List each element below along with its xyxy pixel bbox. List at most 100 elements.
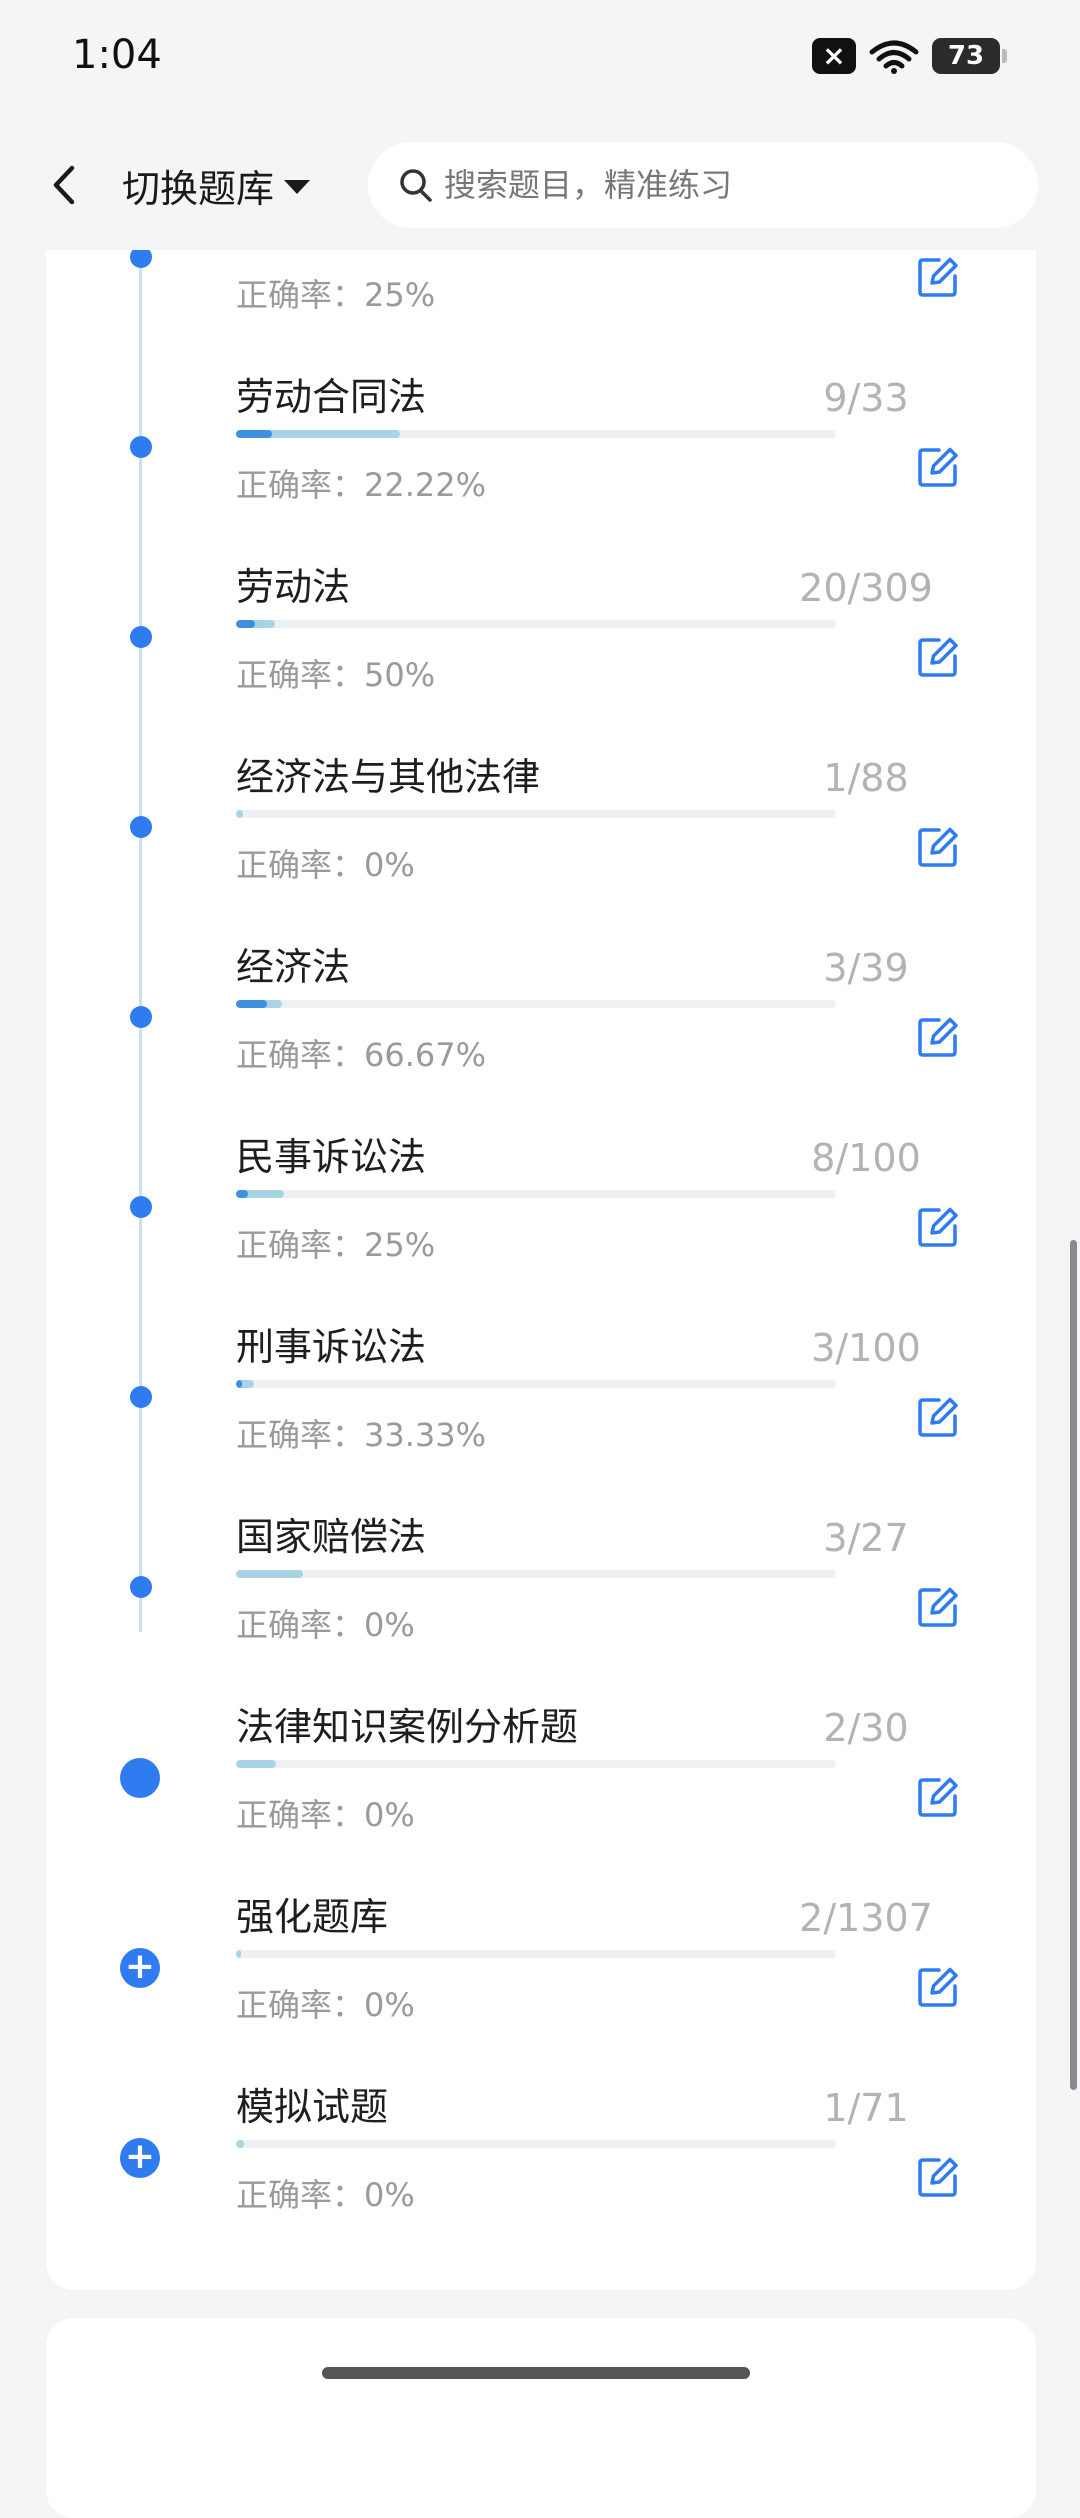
accuracy-label: 正确率： bbox=[236, 1796, 365, 1834]
accuracy-text: 正确率：25% bbox=[236, 270, 435, 316]
search-input[interactable] bbox=[442, 165, 1006, 205]
timeline-node bbox=[130, 436, 152, 458]
accuracy-label: 正确率： bbox=[236, 846, 365, 884]
expand-plus-icon[interactable]: + bbox=[120, 1948, 160, 1988]
accuracy-label: 正确率： bbox=[236, 1226, 365, 1264]
accuracy-text: 正确率：50% bbox=[236, 650, 435, 696]
accuracy-text: 正确率：33.33% bbox=[236, 1410, 486, 1456]
edit-icon[interactable] bbox=[915, 1774, 961, 1820]
edit-icon[interactable] bbox=[915, 634, 961, 680]
progress-bar bbox=[236, 1760, 836, 1768]
progress-bar bbox=[236, 1000, 836, 1008]
accuracy-label: 正确率： bbox=[236, 276, 365, 314]
list-item[interactable]: 国家赔偿法 正确率：0% 3/27 bbox=[46, 1492, 1036, 1682]
list-item[interactable]: + 模拟试题正确率：0% 1/71 bbox=[46, 2062, 1036, 2252]
accuracy-text: 正确率：0% bbox=[236, 1600, 415, 1646]
accuracy-text: 正确率：0% bbox=[236, 1980, 415, 2026]
status-bar: 1:04 × 73 bbox=[0, 0, 1080, 120]
status-icons: × 73 bbox=[812, 38, 1007, 74]
accuracy-label: 正确率： bbox=[236, 1986, 365, 2024]
progress-count: 9/33 bbox=[823, 376, 909, 420]
progress-correct-fill bbox=[236, 430, 273, 438]
accuracy-label: 正确率： bbox=[236, 1416, 365, 1454]
item-title: 模拟试题 bbox=[236, 2085, 389, 2129]
accuracy-label: 正确率： bbox=[236, 2176, 365, 2214]
edit-icon[interactable] bbox=[915, 444, 961, 490]
edit-icon[interactable] bbox=[915, 1014, 961, 1060]
accuracy-text: 正确率：0% bbox=[236, 2170, 415, 2216]
scrollbar[interactable] bbox=[1070, 1240, 1077, 2090]
header: 切换题库 bbox=[0, 120, 1080, 250]
battery-icon: 73 bbox=[932, 38, 1007, 74]
progress-done-fill bbox=[236, 2140, 245, 2148]
status-time: 1:04 bbox=[72, 32, 162, 78]
accuracy-value: 0% bbox=[364, 2176, 415, 2214]
progress-correct-fill bbox=[236, 1000, 267, 1008]
timeline-node bbox=[130, 1576, 152, 1598]
item-title: 强化题库 bbox=[236, 1895, 389, 1939]
edit-icon[interactable] bbox=[915, 2154, 961, 2200]
notification-x-icon: × bbox=[812, 38, 856, 74]
caret-down-icon bbox=[284, 180, 311, 194]
list-item[interactable]: 经济法 正确率：66.67% 3/39 bbox=[46, 922, 1036, 1112]
accuracy-label: 正确率： bbox=[236, 1606, 365, 1644]
search-box[interactable] bbox=[368, 142, 1038, 228]
timeline-node bbox=[130, 1386, 152, 1408]
edit-icon[interactable] bbox=[915, 1204, 961, 1250]
accuracy-value: 0% bbox=[364, 846, 415, 884]
list-item[interactable]: 经济法与其他法律正确率：0% 1/88 bbox=[46, 732, 1036, 922]
home-indicator[interactable] bbox=[322, 2367, 750, 2379]
progress-bar bbox=[236, 1190, 836, 1198]
search-icon bbox=[400, 169, 432, 202]
timeline-node bbox=[130, 1196, 152, 1218]
accuracy-value: 25% bbox=[364, 1226, 436, 1264]
progress-bar bbox=[236, 1950, 836, 1958]
accuracy-value: 0% bbox=[364, 1606, 415, 1644]
progress-bar bbox=[236, 620, 836, 628]
progress-count: 1/88 bbox=[823, 756, 909, 800]
accuracy-value: 66.67% bbox=[364, 1036, 487, 1074]
edit-icon[interactable] bbox=[915, 254, 961, 300]
edit-icon[interactable] bbox=[915, 824, 961, 870]
edit-icon[interactable] bbox=[915, 1584, 961, 1630]
progress-correct-fill bbox=[236, 1380, 242, 1388]
list-item[interactable]: 民事诉讼法 正确率：25% 8/100 bbox=[46, 1112, 1036, 1302]
edit-icon[interactable] bbox=[915, 1394, 961, 1440]
progress-count: 2/1307 bbox=[799, 1896, 933, 1940]
progress-correct-fill bbox=[236, 620, 256, 628]
progress-count: 3/100 bbox=[811, 1326, 921, 1370]
accuracy-value: 33.33% bbox=[364, 1416, 487, 1454]
item-title: 国家赔偿法 bbox=[236, 1515, 427, 1559]
edit-icon[interactable] bbox=[915, 1964, 961, 2010]
accuracy-label: 正确率： bbox=[236, 466, 365, 504]
list-item[interactable]: 劳动法 正确率：50% 20/309 bbox=[46, 542, 1036, 732]
accuracy-value: 0% bbox=[364, 1986, 415, 2024]
list-item[interactable]: 法律知识案例分析题 正确率：0% 2/30 bbox=[46, 1682, 1036, 1872]
expand-plus-icon[interactable]: + bbox=[120, 2138, 160, 2178]
accuracy-text: 正确率：66.67% bbox=[236, 1030, 486, 1076]
wifi-icon bbox=[869, 40, 919, 74]
back-icon[interactable] bbox=[40, 158, 90, 212]
progress-count: 8/100 bbox=[811, 1136, 921, 1180]
next-card bbox=[46, 2318, 1036, 2518]
progress-done-fill bbox=[236, 1570, 303, 1578]
switch-bank-label: 切换题库 bbox=[122, 166, 275, 211]
question-bank-card: 正确率：25% 劳动合同法 正确率：22.22% 9/33 劳动法 正确率：50% 20/3… bbox=[46, 200, 1036, 2290]
progress-count: 1/71 bbox=[823, 2086, 909, 2130]
list-item[interactable]: 劳动合同法 正确率：22.22% 9/33 bbox=[46, 352, 1036, 542]
accuracy-text: 正确率：22.22% bbox=[236, 460, 486, 506]
item-title: 经济法与其他法律 bbox=[236, 755, 541, 799]
accuracy-text: 正确率：0% bbox=[236, 1790, 415, 1836]
item-title: 劳动法 bbox=[236, 565, 351, 609]
item-title: 法律知识案例分析题 bbox=[236, 1705, 579, 1749]
progress-count: 2/30 bbox=[823, 1706, 909, 1750]
progress-bar bbox=[236, 1380, 836, 1388]
progress-bar bbox=[236, 1570, 836, 1578]
timeline-node bbox=[130, 626, 152, 648]
switch-bank-dropdown[interactable]: 切换题库 bbox=[122, 158, 311, 212]
list-item[interactable]: 刑事诉讼法 正确率：33.33% 3/100 bbox=[46, 1302, 1036, 1492]
progress-correct-fill bbox=[236, 1190, 248, 1198]
item-title: 经济法 bbox=[236, 945, 351, 989]
list-item[interactable]: + 强化题库正确率：0% 2/1307 bbox=[46, 1872, 1036, 2062]
accuracy-value: 0% bbox=[364, 1796, 415, 1834]
